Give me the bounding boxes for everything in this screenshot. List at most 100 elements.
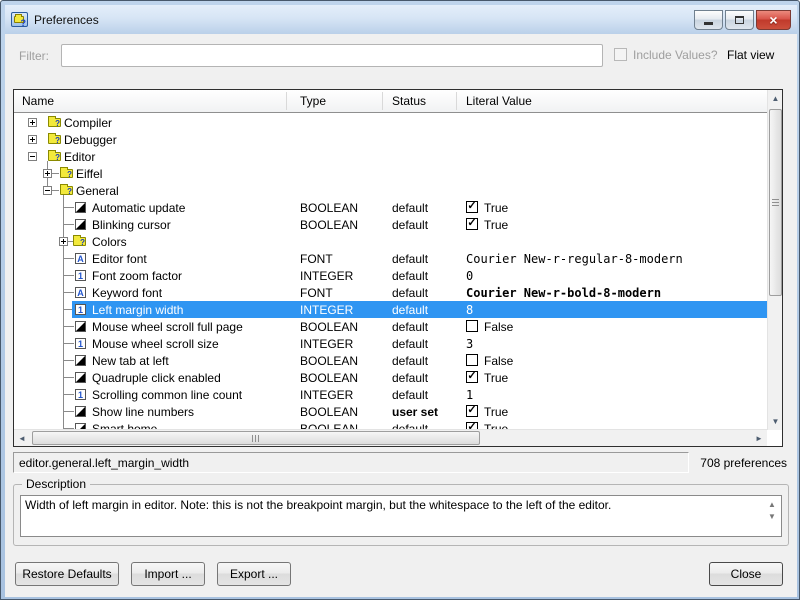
column-type[interactable]: Type (300, 94, 326, 108)
check-icon: ✓ (467, 405, 477, 416)
include-values-checkbox[interactable] (614, 48, 627, 61)
folder-icon: ? (48, 118, 61, 127)
tree-row[interactable]: Mouse wheel scroll full pageBOOLEANdefau… (14, 318, 767, 335)
preference-status: default (392, 371, 428, 385)
tree-row[interactable]: ?General (14, 182, 767, 199)
preference-count: 708 preferences (700, 456, 787, 470)
description-text-box[interactable]: Width of left margin in editor. Note: th… (20, 495, 782, 537)
tree-row[interactable]: 1Scrolling common line countINTEGERdefau… (14, 386, 767, 403)
check-icon: ✓ (467, 201, 477, 212)
horizontal-scrollbar[interactable]: ◄ ► (14, 429, 767, 446)
close-button[interactable]: Close (709, 562, 783, 586)
tree-row[interactable]: AKeyword fontFONTdefaultCourier New-r-bo… (14, 284, 767, 301)
tree-row[interactable]: Quadruple click enabledBOOLEANdefault✓Tr… (14, 369, 767, 386)
maximize-button[interactable] (725, 10, 754, 30)
expand-toggle[interactable] (43, 169, 52, 178)
preference-status: default (392, 218, 428, 232)
tree-row[interactable]: 1Left margin widthINTEGERdefault8 (14, 301, 767, 318)
preference-type: INTEGER (300, 337, 353, 351)
preference-status: default (392, 286, 428, 300)
scroll-up-icon[interactable]: ▲ (768, 90, 783, 107)
preferences-folder-icon: ? (11, 12, 28, 27)
minimize-button[interactable] (694, 10, 723, 30)
value-checkbox[interactable] (466, 354, 478, 366)
preferences-tree-panel: Name Type Status Literal Value ?Compiler… (13, 89, 783, 447)
value-text: 3 (466, 337, 473, 351)
folder-icon: ? (48, 152, 61, 161)
horizontal-scroll-thumb[interactable] (32, 431, 480, 445)
bool-icon (75, 219, 86, 230)
tree-row[interactable]: 1Font zoom factorINTEGERdefault0 (14, 267, 767, 284)
tree-row[interactable]: Blinking cursorBOOLEANdefault✓True (14, 216, 767, 233)
tree-row[interactable]: ?Colors (14, 233, 767, 250)
close-icon: × (769, 13, 777, 27)
tree-row[interactable]: ?Eiffel (14, 165, 767, 182)
import-button[interactable]: Import ... (131, 562, 205, 586)
restore-defaults-button[interactable]: Restore Defaults (15, 562, 119, 586)
value-checkbox[interactable]: ✓ (466, 371, 478, 383)
value-checkbox[interactable]: ✓ (466, 405, 478, 417)
folder-icon: ? (60, 186, 73, 195)
description-scroll-down-icon[interactable]: ▼ (765, 511, 779, 523)
preference-type: BOOLEAN (300, 320, 358, 334)
scroll-right-icon[interactable]: ► (751, 430, 767, 447)
value-checkbox[interactable]: ✓ (466, 218, 478, 230)
column-literal[interactable]: Literal Value (466, 94, 532, 108)
filter-input[interactable] (61, 44, 603, 67)
preference-name: Blinking cursor (92, 218, 171, 232)
title-bar[interactable]: ? Preferences × (5, 5, 797, 34)
minus-glyph (45, 190, 50, 191)
expand-toggle[interactable] (28, 135, 37, 144)
maximize-icon (735, 16, 744, 24)
expand-toggle[interactable] (59, 237, 68, 246)
value-checkbox[interactable] (466, 320, 478, 332)
value-label: True (484, 422, 508, 429)
preference-name: Smart home (92, 422, 157, 429)
tree-row[interactable]: AEditor fontFONTdefaultCourier New-r-reg… (14, 250, 767, 267)
int-icon: 1 (75, 389, 86, 400)
scroll-down-icon[interactable]: ▼ (768, 413, 783, 430)
flat-view-button[interactable]: Flat view (727, 48, 774, 62)
expand-toggle[interactable] (28, 152, 37, 161)
tree-row[interactable]: New tab at leftBOOLEANdefaultFalse (14, 352, 767, 369)
column-status[interactable]: Status (392, 94, 426, 108)
tree-row[interactable]: ?Editor (14, 148, 767, 165)
folder-icon: ? (48, 135, 61, 144)
value-label: False (484, 354, 513, 368)
preference-name: General (76, 184, 119, 198)
expand-toggle[interactable] (43, 186, 52, 195)
preferences-window: ? Preferences × Filter: Include Values? … (0, 0, 800, 600)
description-text: Width of left margin in editor. Note: th… (25, 498, 611, 512)
tree-row[interactable]: Smart home BOOLEAN default ✓ True (14, 420, 767, 429)
question-mark: ? (55, 137, 60, 145)
vertical-scrollbar[interactable]: ▲ ▼ (767, 90, 782, 430)
plus-glyph (32, 137, 33, 142)
scroll-left-icon[interactable]: ◄ (14, 430, 30, 447)
minimize-icon (704, 22, 713, 25)
value-checkbox[interactable]: ✓ (466, 422, 478, 429)
preference-name: Show line numbers (92, 405, 194, 419)
preference-type: BOOLEAN (300, 422, 358, 429)
preference-status: default (392, 422, 428, 429)
bool-icon (75, 321, 86, 332)
preference-type: INTEGER (300, 303, 353, 317)
tree-row[interactable]: 1Mouse wheel scroll sizeINTEGERdefault3 (14, 335, 767, 352)
close-window-button[interactable]: × (756, 10, 791, 30)
column-name[interactable]: Name (22, 94, 54, 108)
tree-row[interactable]: ?Debugger (14, 131, 767, 148)
tree-row[interactable]: Automatic updateBOOLEANdefault✓True (14, 199, 767, 216)
tree-column-header[interactable]: Name Type Status Literal Value (14, 90, 767, 113)
description-scroll-up-icon[interactable]: ▲ (765, 499, 779, 511)
check-icon: ✓ (467, 218, 477, 229)
value-text: 0 (466, 269, 473, 283)
int-icon: 1 (75, 270, 86, 281)
vertical-scroll-thumb[interactable] (769, 109, 782, 296)
question-mark: ? (55, 154, 60, 162)
export-button[interactable]: Export ... (217, 562, 291, 586)
bool-icon (75, 406, 86, 417)
value-text: Courier New-r-bold-8-modern (466, 286, 661, 300)
expand-toggle[interactable] (28, 118, 37, 127)
tree-row[interactable]: ?Compiler (14, 114, 767, 131)
tree-row[interactable]: Show line numbersBOOLEANuser set✓True (14, 403, 767, 420)
value-checkbox[interactable]: ✓ (466, 201, 478, 213)
